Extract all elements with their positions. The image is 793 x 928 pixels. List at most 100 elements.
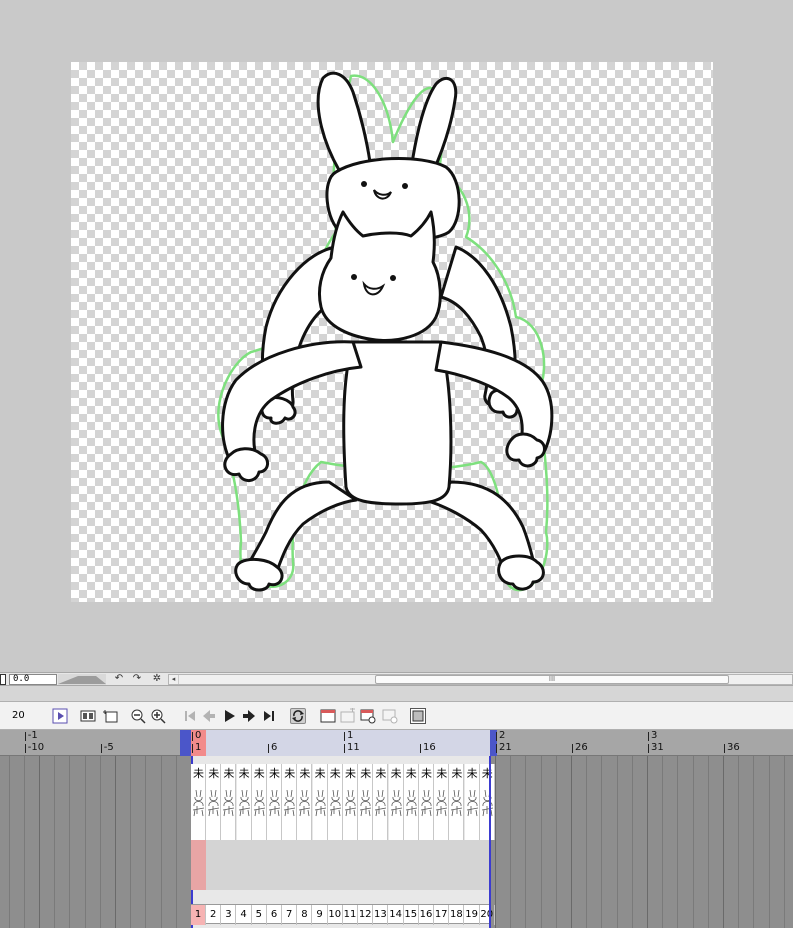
new-animation-folder-icon[interactable] (52, 708, 68, 724)
cel-frame[interactable]: 未 (251, 764, 267, 840)
cel-thumbnail (390, 789, 402, 817)
ruler-frame-label: -5 (100, 742, 114, 753)
cel-frame[interactable]: 未 (403, 764, 419, 840)
animation-track[interactable]: 未未未未未未未未未未未未未未未未未未未未 1 2 3 4 5 6 7 8 9 10 11 12 13 14… (191, 756, 495, 928)
cel-frame[interactable]: 未 (373, 764, 389, 840)
rotate-right-icon[interactable]: ↷ (130, 673, 144, 685)
frame-number[interactable]: 9 (313, 905, 328, 925)
frame-number[interactable]: 8 (297, 905, 313, 925)
keyframe-glyph: 未 (405, 767, 417, 780)
frame-number[interactable]: 16 (419, 905, 434, 925)
cel-frame[interactable]: 未 (282, 764, 298, 840)
character-illustration (217, 71, 554, 592)
cel-frame[interactable]: 未 (312, 764, 328, 840)
frame-number[interactable]: 13 (373, 905, 389, 925)
timeline-toolbar: 20 (0, 702, 793, 730)
cel-thumbnail (329, 789, 341, 817)
next-frame-icon[interactable] (241, 708, 257, 724)
navigator-toggle-button[interactable] (0, 674, 6, 685)
ruler-frame-label: 31 (648, 742, 664, 753)
cel-row[interactable]: 未未未未未未未未未未未未未未未未未未未未 (191, 764, 495, 840)
frame-number[interactable]: 1 (191, 905, 206, 925)
new-cel-folder-icon[interactable] (340, 707, 356, 724)
new-cel-icon[interactable] (320, 708, 336, 724)
keyframe-glyph: 未 (451, 767, 463, 780)
cel-frame[interactable]: 未 (206, 764, 222, 840)
scrollbar-thumb[interactable]: III (375, 675, 729, 684)
keyframe-glyph: 未 (481, 767, 493, 780)
keyframe-glyph: 未 (466, 767, 478, 780)
play-icon[interactable] (221, 708, 237, 724)
playback-settings-icon[interactable] (80, 708, 96, 724)
layer-track[interactable] (191, 840, 491, 890)
delete-cel-icon[interactable] (382, 708, 398, 724)
cel-frame[interactable]: 未 (464, 764, 480, 840)
frame-number[interactable]: 4 (237, 905, 252, 925)
zoom-field[interactable]: 0.0 (9, 674, 57, 685)
panel-divider[interactable] (0, 686, 793, 702)
assign-cel-icon[interactable] (360, 708, 376, 724)
cel-frame[interactable]: 未 (327, 764, 343, 840)
timeline-panel[interactable]: -1 0 1 2 3 -10 -5 1 6 11 16 21 26 31 36 未未未未未未未未未未未未未未… (0, 730, 793, 928)
previous-frame-icon[interactable] (201, 708, 217, 724)
frame-number[interactable]: 17 (434, 905, 450, 925)
cel-frame[interactable]: 未 (419, 764, 434, 840)
go-to-end-icon[interactable] (261, 708, 277, 724)
cel-frame[interactable]: 未 (358, 764, 374, 840)
zoom-out-icon[interactable] (130, 708, 146, 724)
frame-number[interactable]: 14 (389, 905, 404, 925)
grid-line (130, 756, 131, 928)
rotate-left-icon[interactable]: ↶ (112, 673, 126, 685)
cel-frame[interactable]: 未 (236, 764, 252, 840)
frame-number[interactable]: 2 (206, 905, 222, 925)
grid-line (161, 756, 162, 928)
cel-frame[interactable]: 未 (449, 764, 465, 840)
zoom-slider[interactable] (58, 674, 106, 685)
cel-frame[interactable]: 未 (297, 764, 313, 840)
keyframe-glyph: 未 (208, 767, 220, 780)
horizontal-scrollbar[interactable]: ◂ III (168, 674, 793, 685)
keyframe-glyph: 未 (253, 767, 265, 780)
playback-start-marker[interactable] (180, 730, 191, 756)
frame-number[interactable]: 5 (252, 905, 267, 925)
canvas-area[interactable] (0, 0, 793, 672)
cel-frame[interactable]: 未 (388, 764, 404, 840)
ruler-second-label: -1 (24, 730, 38, 741)
frame-count[interactable]: 20 (12, 710, 25, 721)
keyframe-glyph: 未 (329, 767, 341, 780)
cel-frame[interactable]: 未 (343, 764, 358, 840)
cel-thumbnail (238, 789, 250, 817)
frame-number-row[interactable]: 1 2 3 4 5 6 7 8 9 10 11 12 13 14 15 16 17 18 19 20 (191, 904, 495, 925)
frame-number[interactable]: 11 (343, 905, 358, 925)
cel-frame[interactable]: 未 (434, 764, 450, 840)
scroll-left-arrow-icon[interactable]: ◂ (169, 675, 179, 684)
cel-frame[interactable]: 未 (191, 764, 206, 840)
go-to-start-icon[interactable] (182, 708, 198, 724)
cel-thumbnail (192, 789, 205, 817)
cel-frame[interactable]: 未 (267, 764, 282, 840)
grid-line (541, 756, 542, 928)
grid-line (647, 756, 648, 928)
grid-line (693, 756, 694, 928)
frame-number[interactable]: 18 (449, 905, 465, 925)
insert-frame-icon[interactable] (102, 708, 118, 724)
grid-line (723, 756, 724, 928)
onion-skin-icon[interactable] (410, 708, 426, 724)
frame-ruler[interactable]: -1 0 1 2 3 -10 -5 1 6 11 16 21 26 31 36 (0, 730, 793, 756)
drawing-canvas[interactable] (71, 62, 713, 602)
frame-number[interactable]: 20 (480, 905, 495, 925)
cel-thumbnail (314, 789, 326, 817)
frame-number[interactable]: 19 (465, 905, 480, 925)
frame-number[interactable]: 15 (404, 905, 419, 925)
cel-frame[interactable]: 未 (479, 764, 495, 840)
frame-number[interactable]: 7 (282, 905, 298, 925)
frame-number[interactable]: 10 (328, 905, 343, 925)
cel-thumbnail (451, 789, 463, 817)
frame-number[interactable]: 3 (221, 905, 237, 925)
loop-playback-icon[interactable] (290, 708, 306, 724)
zoom-in-icon[interactable] (150, 708, 166, 724)
frame-number[interactable]: 6 (267, 905, 282, 925)
frame-number[interactable]: 12 (358, 905, 374, 925)
cel-frame[interactable]: 未 (221, 764, 237, 840)
reset-rotation-icon[interactable]: ✲ (150, 673, 164, 685)
